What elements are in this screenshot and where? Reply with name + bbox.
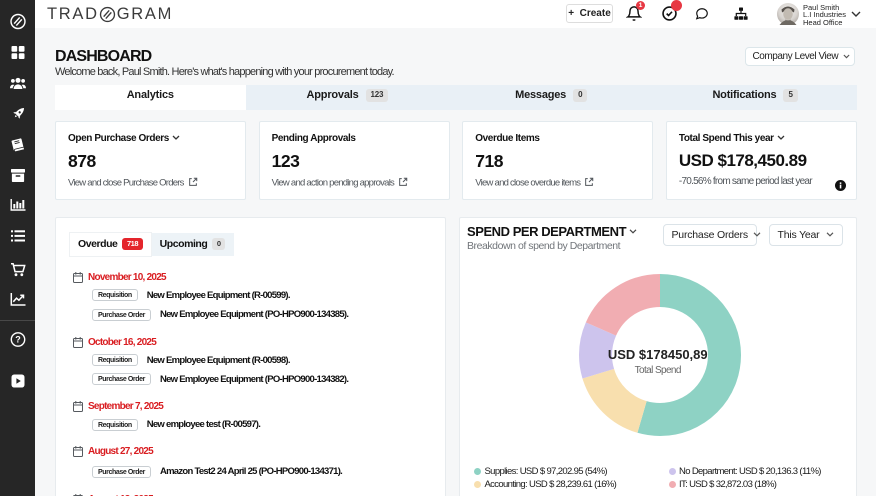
- svg-text:?: ?: [15, 335, 21, 345]
